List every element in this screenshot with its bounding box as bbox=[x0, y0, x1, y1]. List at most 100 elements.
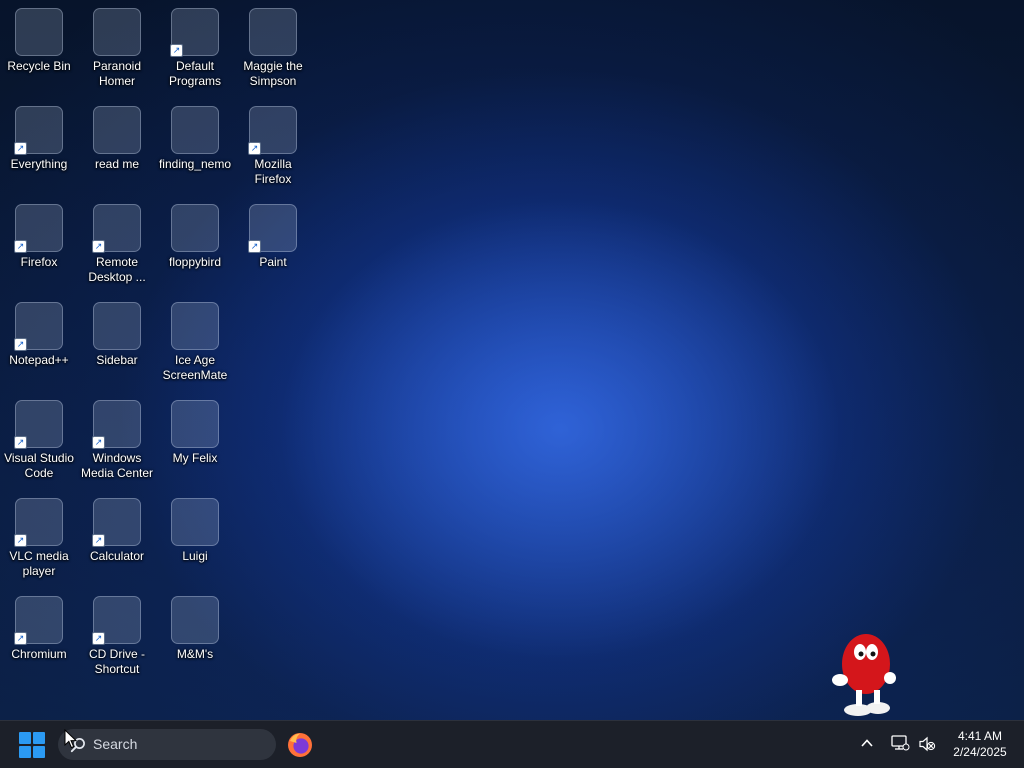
shortcut-arrow-icon: ↗ bbox=[14, 338, 27, 351]
taskbar-firefox-button[interactable] bbox=[287, 732, 313, 758]
red-mm-mascot-icon[interactable] bbox=[830, 624, 896, 718]
desktop-icon-cd-drive-shortcut[interactable]: ↗ CD Drive - Shortcut bbox=[78, 588, 156, 678]
shortcut-arrow-icon: ↗ bbox=[170, 44, 183, 57]
desktop-icon-label: Windows Media Center bbox=[80, 451, 154, 480]
desktop-icon-mozilla-firefox[interactable]: ↗ Mozilla Firefox bbox=[234, 98, 312, 188]
desktop-icon-label: finding_nemo bbox=[158, 157, 232, 171]
desktop-icon-label: Ice Age ScreenMate bbox=[162, 353, 228, 382]
shortcut-arrow-icon: ↗ bbox=[92, 534, 105, 547]
desktop-icon-label: Sidebar bbox=[96, 353, 138, 367]
shortcut-arrow-icon: ↗ bbox=[248, 240, 261, 253]
shortcut-arrow-icon: ↗ bbox=[248, 142, 261, 155]
media-center-icon: ↗ bbox=[92, 400, 141, 449]
taskbar: Search 4:41 AM 2/24/2025 bbox=[0, 720, 1024, 768]
homer-simpson-icon bbox=[93, 8, 141, 56]
taskbar-search-box[interactable]: Search bbox=[58, 729, 276, 760]
default-programs-icon: ↗ bbox=[170, 8, 219, 57]
computer-monitor-icon bbox=[171, 498, 219, 546]
desktop-icon-label: Paranoid Homer bbox=[92, 59, 142, 88]
shortcut-arrow-icon: ↗ bbox=[92, 632, 105, 645]
desktop-icon-label: Visual Studio Code bbox=[4, 451, 74, 480]
desktop[interactable]: Recycle Bin ↗ Everything ↗ Firefox ↗ Not… bbox=[0, 0, 1024, 720]
blank-document-icon bbox=[93, 302, 141, 350]
taskbar-clock[interactable]: 4:41 AM 2/24/2025 bbox=[944, 728, 1016, 760]
desktop-icon-recycle-bin[interactable]: Recycle Bin bbox=[0, 0, 78, 90]
desktop-icon-maggie-the-simpson[interactable]: Maggie the Simpson bbox=[234, 0, 312, 90]
desktop-icon-label: Firefox bbox=[20, 255, 58, 269]
desktop-icon-finding-nemo[interactable]: finding_nemo bbox=[156, 98, 234, 188]
firefox-icon: ↗ bbox=[14, 204, 63, 253]
shortcut-arrow-icon: ↗ bbox=[14, 142, 27, 155]
remote-desktop-icon: ↗ bbox=[92, 204, 141, 253]
desktop-icon-label: Calculator bbox=[89, 549, 145, 563]
red-mm-candy-icon bbox=[171, 596, 219, 644]
desktop-icon-label: My Felix bbox=[172, 451, 218, 465]
desktop-icon-mms[interactable]: M&M's bbox=[156, 588, 234, 678]
desktop-icon-label: Paint bbox=[259, 255, 287, 269]
shortcut-arrow-icon: ↗ bbox=[14, 534, 27, 547]
desktop-icon-label: VLC media player bbox=[9, 549, 69, 578]
cd-drive-icon: ↗ bbox=[92, 596, 141, 645]
notepad-plus-plus-icon: ↗ bbox=[14, 302, 63, 351]
maggie-simpson-icon bbox=[249, 8, 297, 56]
desktop-icon-paint[interactable]: ↗ Paint bbox=[234, 196, 312, 286]
volume-muted-icon[interactable] bbox=[918, 736, 936, 752]
desktop-icon-calculator[interactable]: ↗ Calculator bbox=[78, 490, 156, 580]
desktop-icon-remote-desktop[interactable]: ↗ Remote Desktop ... bbox=[78, 196, 156, 286]
desktop-icon-notepad-plus-plus[interactable]: ↗ Notepad++ bbox=[0, 294, 78, 384]
desktop-icon-label: floppybird bbox=[168, 255, 222, 269]
desktop-icon-label: Chromium bbox=[11, 647, 67, 661]
recycle-bin-icon bbox=[15, 8, 63, 56]
desktop-icon-read-me[interactable]: read me bbox=[78, 98, 156, 188]
desktop-icon-label: read me bbox=[94, 157, 140, 171]
shortcut-arrow-icon: ↗ bbox=[14, 240, 27, 253]
vlc-cone-icon: ↗ bbox=[14, 498, 63, 547]
desktop-icon-label: Everything bbox=[10, 157, 68, 171]
chevron-up-icon[interactable] bbox=[860, 736, 874, 750]
chromium-icon: ↗ bbox=[14, 596, 63, 645]
clownfish-icon bbox=[171, 106, 219, 154]
desktop-icon-luigi[interactable]: Luigi bbox=[156, 490, 234, 580]
desktop-icon-label: Notepad++ bbox=[9, 353, 69, 367]
ice-age-icon bbox=[171, 302, 219, 350]
desktop-icon-sidebar[interactable]: Sidebar bbox=[78, 294, 156, 384]
magnifier-icon: ↗ bbox=[14, 106, 63, 155]
desktop-icon-everything[interactable]: ↗ Everything bbox=[0, 98, 78, 188]
desktop-icon-label: M&M's bbox=[176, 647, 214, 661]
desktop-icon-firefox[interactable]: ↗ Firefox bbox=[0, 196, 78, 286]
desktop-icon-visual-studio-code[interactable]: ↗ Visual Studio Code bbox=[0, 392, 78, 482]
calculator-icon: ↗ bbox=[92, 498, 141, 547]
clock-time: 4:41 AM bbox=[957, 729, 1003, 743]
desktop-icon-floppybird[interactable]: floppybird bbox=[156, 196, 234, 286]
desktop-icon-vlc-media-player[interactable]: ↗ VLC media player bbox=[0, 490, 78, 580]
start-button[interactable] bbox=[18, 731, 46, 759]
desktop-icon-windows-media-center[interactable]: ↗ Windows Media Center bbox=[78, 392, 156, 482]
shortcut-arrow-icon: ↗ bbox=[92, 436, 105, 449]
windows-logo-icon bbox=[19, 732, 31, 744]
firefox-icon: ↗ bbox=[248, 106, 297, 155]
desktop-icon-label: Maggie the Simpson bbox=[243, 59, 303, 88]
shortcut-arrow-icon: ↗ bbox=[14, 632, 27, 645]
search-placeholder: Search bbox=[93, 736, 138, 752]
windows-logo-icon bbox=[19, 746, 31, 758]
clock-date: 2/24/2025 bbox=[953, 745, 1007, 759]
desktop-icon-paranoid-homer[interactable]: Paranoid Homer bbox=[78, 0, 156, 90]
desktop-icon-my-felix[interactable]: My Felix bbox=[156, 392, 234, 482]
desktop-icon-label: Remote Desktop ... bbox=[88, 255, 146, 284]
windows-logo-icon bbox=[33, 732, 45, 744]
desktop-icon-label: Recycle Bin bbox=[7, 59, 71, 73]
desktop-icon-ice-age-screenmate[interactable]: Ice Age ScreenMate bbox=[156, 294, 234, 384]
shortcut-arrow-icon: ↗ bbox=[14, 436, 27, 449]
paint-palette-icon: ↗ bbox=[248, 204, 297, 253]
windows-logo-icon bbox=[33, 746, 45, 758]
desktop-icon-chromium[interactable]: ↗ Chromium bbox=[0, 588, 78, 678]
text-document-icon bbox=[93, 106, 141, 154]
network-icon[interactable] bbox=[890, 734, 910, 752]
desktop-icon-label: Default Programs bbox=[168, 59, 221, 88]
felix-cat-icon bbox=[171, 400, 219, 448]
desktop-icon-default-programs[interactable]: ↗ Default Programs bbox=[156, 0, 234, 90]
vscode-icon: ↗ bbox=[14, 400, 63, 449]
mouse-pointer-icon bbox=[64, 729, 77, 749]
desktop-icon-label: Luigi bbox=[182, 549, 208, 563]
desktop-icon-label: CD Drive - Shortcut bbox=[89, 647, 145, 676]
